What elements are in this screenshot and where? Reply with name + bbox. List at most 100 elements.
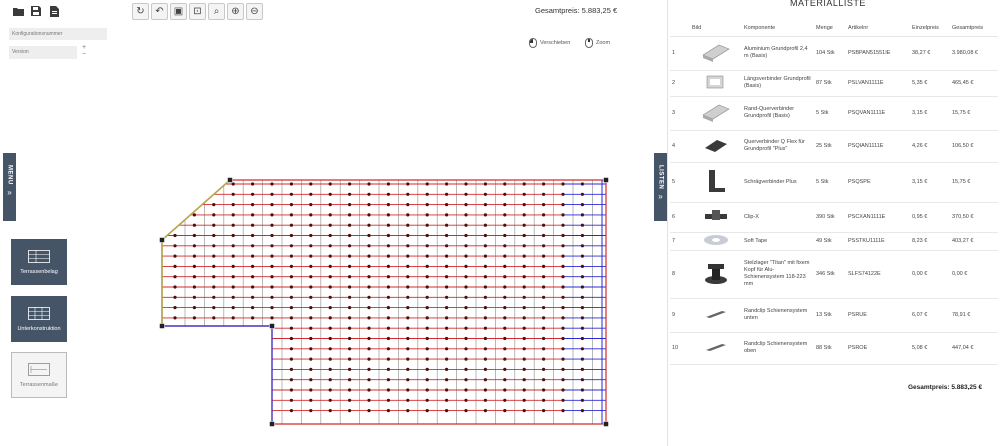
support-node xyxy=(445,347,449,351)
substructure-button[interactable]: Unterkonstruktion xyxy=(11,296,67,342)
support-node xyxy=(561,378,565,382)
version-field[interactable]: Version xyxy=(9,46,77,59)
support-node xyxy=(503,378,507,382)
support-node xyxy=(406,285,410,289)
open-folder-icon[interactable] xyxy=(11,4,25,18)
zoom-in-button[interactable]: ⊕ xyxy=(227,3,244,20)
support-node xyxy=(445,244,449,248)
support-node xyxy=(406,306,410,310)
support-node xyxy=(192,233,196,238)
menu-tab[interactable]: MENU » xyxy=(3,153,16,221)
support-node xyxy=(445,275,449,279)
configuration-number-field[interactable]: Konfigurationsnummer xyxy=(9,28,107,40)
support-node xyxy=(386,336,390,341)
support-node xyxy=(580,378,585,382)
support-node xyxy=(483,285,487,289)
col-total-price: Gesamtpreis xyxy=(950,20,998,37)
undo-button[interactable]: ↶ xyxy=(151,3,168,20)
support-node xyxy=(386,213,390,217)
support-node xyxy=(386,398,390,402)
support-node xyxy=(561,347,565,351)
support-node xyxy=(542,244,546,248)
support-node xyxy=(542,192,546,196)
support-node xyxy=(367,254,371,258)
support-node xyxy=(367,347,371,351)
save-icon[interactable] xyxy=(29,4,43,18)
material-total-price: 370,50 € xyxy=(950,202,998,233)
support-node xyxy=(192,285,196,289)
support-node xyxy=(503,244,507,248)
stepper-up-button[interactable]: + xyxy=(80,44,88,51)
support-node xyxy=(445,203,449,207)
support-node xyxy=(425,409,429,413)
support-node xyxy=(212,203,216,207)
zoom-search-button[interactable]: ⌕ xyxy=(208,3,225,20)
support-node xyxy=(503,357,507,361)
support-node xyxy=(386,275,390,279)
support-node xyxy=(445,306,449,310)
support-node xyxy=(445,182,449,186)
support-node xyxy=(173,285,177,289)
support-node xyxy=(328,223,332,227)
support-node xyxy=(231,182,235,186)
support-node xyxy=(542,388,546,392)
support-node xyxy=(464,295,468,299)
support-node xyxy=(309,264,313,268)
refresh-button[interactable]: ↻ xyxy=(132,3,149,20)
zoom-out-button[interactable]: ⊖ xyxy=(246,3,263,20)
support-node xyxy=(522,357,526,361)
canvas-total-price: Gesamtpreis: 5.883,25 € xyxy=(535,6,618,15)
support-node xyxy=(289,388,293,392)
support-node xyxy=(464,244,468,248)
fit-view-button[interactable]: ⊡ xyxy=(189,3,206,20)
material-article-number: PSROE xyxy=(846,332,910,365)
support-node xyxy=(192,254,196,258)
support-node xyxy=(580,409,585,413)
support-node xyxy=(522,244,526,248)
file-toolbar xyxy=(11,4,61,18)
support-node xyxy=(348,306,352,310)
support-node xyxy=(192,244,196,248)
save-as-button[interactable]: ▣ xyxy=(170,3,187,20)
view-toolbar: ↻ ↶ ▣ ⊡ ⌕ ⊕ ⊖ xyxy=(132,3,263,20)
support-node xyxy=(231,275,235,279)
refresh-icon: ↻ xyxy=(136,5,145,17)
corner-handle xyxy=(269,421,275,427)
support-node xyxy=(406,192,410,196)
support-node xyxy=(289,316,293,320)
support-node xyxy=(270,233,274,238)
support-node xyxy=(445,223,449,227)
support-node xyxy=(522,264,526,268)
support-node xyxy=(270,223,274,227)
material-total-price: 106,50 € xyxy=(950,130,998,163)
support-node xyxy=(561,244,565,248)
terrace-decking-button[interactable]: Terrassenbelag xyxy=(11,239,67,285)
support-node xyxy=(367,367,371,371)
corner-handle xyxy=(159,237,165,243)
material-image xyxy=(690,162,742,203)
support-node xyxy=(348,409,352,413)
version-stepper[interactable]: + − xyxy=(80,44,88,58)
support-node xyxy=(445,213,449,217)
support-node xyxy=(328,367,332,371)
support-node xyxy=(406,254,410,258)
terrace-dimensions-button[interactable]: Terrassenmaße xyxy=(11,352,67,398)
support-node xyxy=(503,192,507,196)
support-node xyxy=(212,213,216,217)
mouse-left-icon xyxy=(529,38,537,48)
export-file-icon[interactable] xyxy=(47,4,61,18)
listen-tab[interactable]: LISTEN » xyxy=(654,153,667,221)
terrace-plan-canvas[interactable] xyxy=(150,170,620,435)
support-node xyxy=(309,409,313,413)
support-node xyxy=(348,378,352,382)
support-node xyxy=(580,182,585,186)
support-node xyxy=(231,264,235,268)
material-unit-price: 6,07 € xyxy=(910,298,950,333)
support-node xyxy=(289,254,293,258)
support-node xyxy=(561,213,565,217)
support-node xyxy=(328,316,332,320)
support-node xyxy=(367,398,371,402)
support-node xyxy=(173,275,177,279)
support-node xyxy=(367,378,371,382)
stepper-down-button[interactable]: − xyxy=(80,51,88,58)
